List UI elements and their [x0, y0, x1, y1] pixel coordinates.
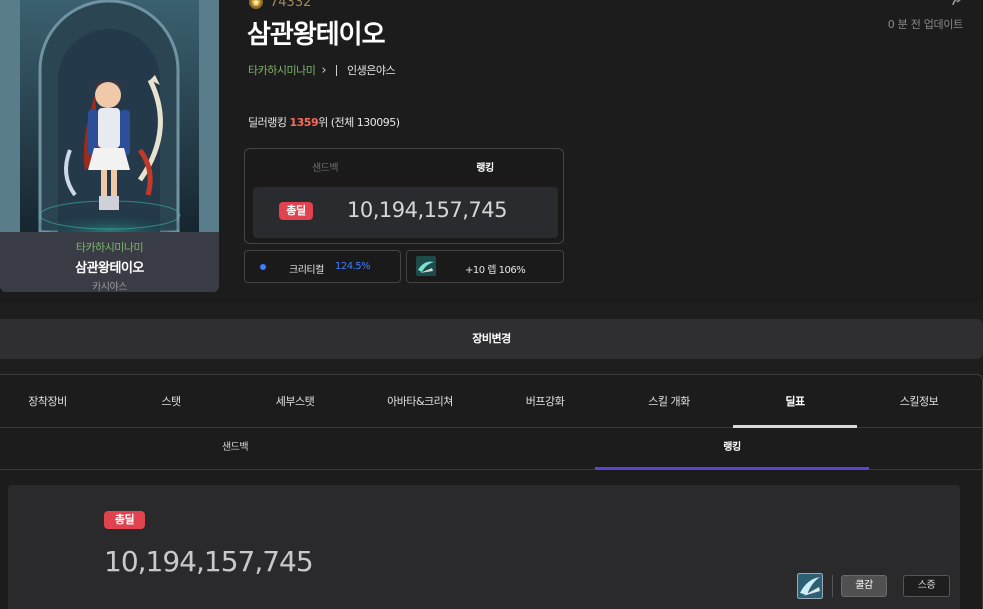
character-portrait: [0, 0, 219, 232]
chevron-right-icon: ›: [321, 62, 327, 78]
main-tab-bar: 장착장비 스탯 세부스탯 아바타&크리쳐 버프강화 스킬 개화 딜표 스킬정보: [0, 375, 983, 428]
sub-tab-bar: 샌드백 랭킹: [0, 428, 983, 470]
rank-value: 1359: [289, 116, 319, 129]
fame-value: 74332: [270, 0, 312, 10]
tab-skill-info[interactable]: 스킬정보: [857, 375, 981, 428]
adventure-name-link[interactable]: 타카하시미나미: [248, 62, 316, 78]
damage-value-panel: 총딜 10,194,157,745: [253, 187, 558, 238]
total-damage-value: 10,194,157,745: [347, 198, 508, 222]
vertical-divider: [832, 575, 833, 597]
tab-avatar-creature[interactable]: 아바타&크리쳐: [357, 375, 483, 428]
character-card-info: 타카하시미나미 삼관왕테이오 카시야스: [0, 232, 219, 292]
card-server-name: 카시야스: [92, 282, 127, 292]
tab-detail-stats[interactable]: 세부스탯: [233, 375, 357, 428]
tab-skill-bloom[interactable]: 스킬 개화: [607, 375, 731, 428]
buff-skill-icon: [416, 256, 436, 276]
skill-boost-toggle-button[interactable]: 스증: [903, 575, 950, 597]
share-icon[interactable]: [951, 0, 963, 6]
tab-buff-enhance[interactable]: 버프강화: [483, 375, 607, 428]
result-total-value: 10,194,157,745: [104, 545, 314, 578]
critical-stat-pill: 크리티컬 124.5%: [244, 250, 401, 283]
critical-value: 124.5%: [335, 261, 371, 272]
buff-level-text: +10 렙 106%: [465, 265, 526, 276]
character-card[interactable]: 타카하시미나미 삼관왕테이오 카시야스: [0, 0, 219, 292]
card-character-name: 삼관왕테이오: [75, 261, 144, 276]
update-status[interactable]: 0 분 전 업데이트: [888, 16, 964, 32]
character-name: 삼관왕테이오: [247, 20, 386, 50]
cooldown-toggle-button[interactable]: 쿨감: [841, 575, 887, 597]
divider: [336, 64, 338, 76]
fame-medal-icon: [249, 0, 263, 9]
profile-panel: 타카하시미나미 삼관왕테이오 카시야스 74332 0 분 전 업데이트 삼관왕…: [0, 0, 983, 303]
subtab-ranking[interactable]: 랭킹: [595, 428, 869, 470]
card-adventure-name: 타카하시미나미: [75, 241, 144, 254]
tab-stats[interactable]: 스탯: [109, 375, 233, 428]
critical-label: 크리티컬: [289, 265, 324, 276]
skill-thumbnail-icon: [797, 573, 823, 599]
damage-tab-ranking[interactable]: 랭킹: [405, 159, 565, 174]
equipment-change-button[interactable]: 장비변경: [0, 319, 983, 359]
rank-prefix: 딜러랭킹: [248, 116, 290, 129]
guild-name[interactable]: 인생은야스: [347, 62, 396, 78]
tab-damage-chart[interactable]: 딜표: [733, 375, 857, 428]
subtab-sandbag[interactable]: 샌드백: [98, 428, 372, 470]
detail-section: 장착장비 스탯 세부스탯 아바타&크리쳐 버프강화 스킬 개화 딜표 스킬정보 …: [0, 374, 983, 609]
damage-result-panel: 총딜 10,194,157,745 쿨감 스증: [8, 485, 960, 609]
total-damage-badge: 총딜: [279, 202, 313, 220]
rank-suffix: 위 (전체 130095): [318, 116, 400, 129]
damage-summary-box: 샌드백 랭킹 총딜 10,194,157,745: [244, 148, 564, 244]
result-total-badge: 총딜: [104, 511, 145, 529]
damage-tab-sandbag[interactable]: 샌드백: [245, 159, 405, 174]
dealer-rank-line: 딜러랭킹 1359위 (전체 130095): [248, 114, 400, 130]
adventure-guild-row: 타카하시미나미 › 인생은야스: [248, 62, 396, 78]
fame-display: 74332: [248, 0, 311, 10]
buff-stat-pill: +10 렙 106%: [406, 250, 564, 283]
tab-equipment[interactable]: 장착장비: [0, 375, 95, 428]
critical-dot-icon: [260, 264, 266, 270]
